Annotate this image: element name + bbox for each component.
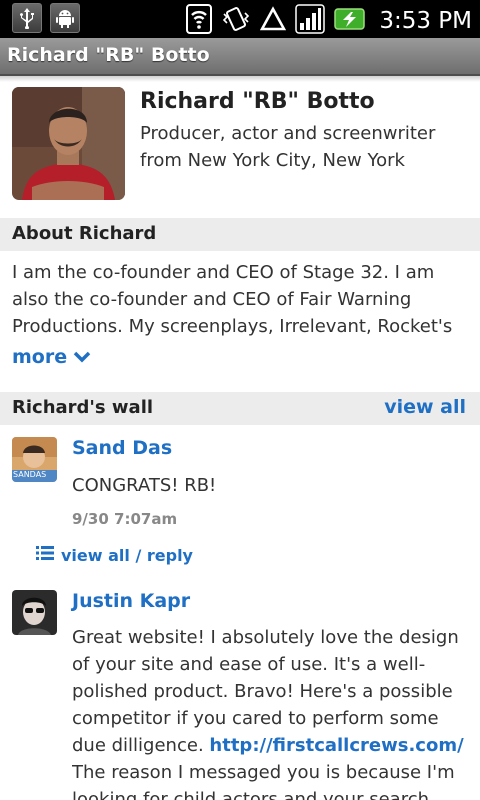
reply-link[interactable]: view all / reply [36,544,193,566]
status-bar: 3:53 PM [0,0,480,38]
android-debug-icon [50,3,80,33]
warning-icon [260,6,287,36]
battery-charging-icon [334,7,366,35]
vibrate-icon [221,5,251,37]
post-timestamp: 9/30 7:07am [72,510,178,528]
post-text: CONGRATS! RB! [72,475,217,496]
page-title: Richard "RB" Botto [7,44,210,66]
more-link[interactable]: more [12,346,91,368]
wall-header: Richard's wall view all [0,392,480,425]
profile-name: Richard "RB" Botto [140,89,375,114]
title-bar: Richard "RB" Botto [0,38,480,76]
view-all-link[interactable]: view all [384,396,466,418]
post-avatar[interactable] [12,590,57,635]
post-author[interactable]: Sand Das [72,437,172,459]
chevron-down-icon [73,346,91,368]
post-text-continued: The reason I messaged you is because I'm… [72,762,455,800]
clock: 3:53 PM [379,8,472,34]
post-link[interactable]: http://firstcallcrews.com/ [209,735,463,756]
profile-avatar[interactable] [12,87,125,200]
post-avatar[interactable]: SANDAS [12,437,57,482]
wall-header-label: Richard's wall [12,397,154,418]
signal-icon [295,4,326,38]
usb-icon [12,3,42,33]
post-text: Great website! I absolutely love the des… [72,624,472,800]
about-header: About Richard [0,218,480,251]
avatar-caption: SANDAS [13,470,47,479]
reply-label: view all / reply [61,545,193,565]
about-header-label: About Richard [12,223,157,244]
wifi-icon [186,4,213,38]
profile-description: Producer, actor and screenwriter from Ne… [140,123,436,171]
list-icon [36,544,54,566]
about-text: I am the co-founder and CEO of Stage 32.… [12,262,453,337]
post-author[interactable]: Justin Kapr [72,590,190,612]
title-shadow [0,76,480,82]
more-label: more [12,346,68,368]
